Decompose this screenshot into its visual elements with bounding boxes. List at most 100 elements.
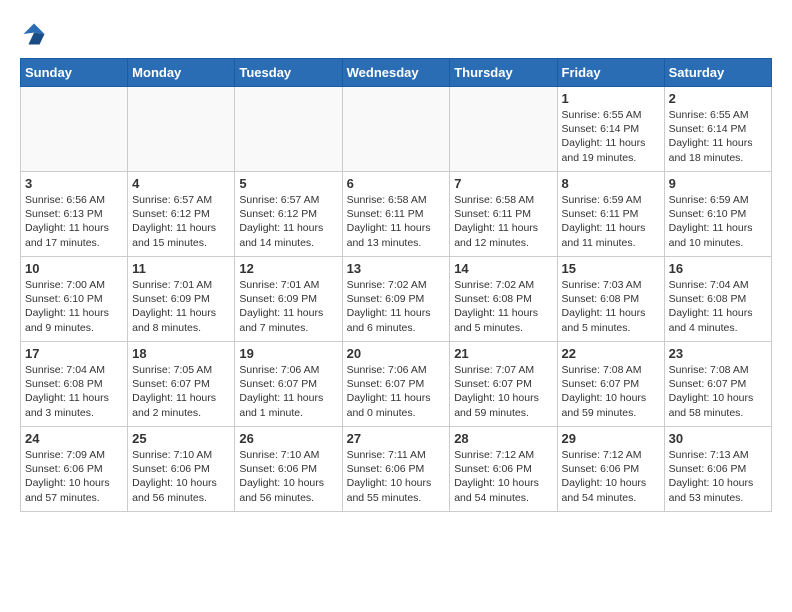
day-detail: Sunrise: 7:10 AM Sunset: 6:06 PM Dayligh… — [132, 448, 230, 505]
calendar-week-row: 3 Sunrise: 6:56 AM Sunset: 6:13 PM Daylig… — [21, 172, 772, 257]
day-number: 22 — [562, 346, 660, 361]
calendar-day-cell: 12Sunrise: 7:01 AM Sunset: 6:09 PM Dayli… — [235, 257, 342, 342]
day-detail: Sunrise: 6:56 AM Sunset: 6:13 PM Dayligh… — [25, 193, 123, 250]
calendar-day-cell: 3 Sunrise: 6:56 AM Sunset: 6:13 PM Daylig… — [21, 172, 128, 257]
day-detail: Sunrise: 7:03 AM Sunset: 6:08 PM Dayligh… — [562, 278, 660, 335]
calendar-day-cell: 20Sunrise: 7:06 AM Sunset: 6:07 PM Dayli… — [342, 342, 450, 427]
calendar-day-cell: 21 Sunrise: 7:07 AM Sunset: 6:07 PM Dayli… — [450, 342, 557, 427]
calendar-day-cell: 29 Sunrise: 7:12 AM Sunset: 6:06 PM Dayli… — [557, 427, 664, 512]
day-number: 12 — [239, 261, 337, 276]
day-number: 14 — [454, 261, 552, 276]
calendar-day-cell: 6Sunrise: 6:58 AM Sunset: 6:11 PM Daylig… — [342, 172, 450, 257]
calendar-day-cell: 25 Sunrise: 7:10 AM Sunset: 6:06 PM Dayli… — [128, 427, 235, 512]
day-number: 30 — [669, 431, 767, 446]
calendar-day-cell — [128, 87, 235, 172]
day-detail: Sunrise: 7:10 AM Sunset: 6:06 PM Dayligh… — [239, 448, 337, 505]
calendar-week-row: 17 Sunrise: 7:04 AM Sunset: 6:08 PM Dayli… — [21, 342, 772, 427]
day-number: 6 — [347, 176, 446, 191]
day-number: 28 — [454, 431, 552, 446]
day-detail: Sunrise: 7:08 AM Sunset: 6:07 PM Dayligh… — [562, 363, 660, 420]
day-number: 24 — [25, 431, 123, 446]
day-number: 9 — [669, 176, 767, 191]
day-detail: Sunrise: 6:57 AM Sunset: 6:12 PM Dayligh… — [132, 193, 230, 250]
weekday-header: Saturday — [664, 59, 771, 87]
calendar-day-cell: 26 Sunrise: 7:10 AM Sunset: 6:06 PM Dayli… — [235, 427, 342, 512]
day-number: 7 — [454, 176, 552, 191]
weekday-header: Thursday — [450, 59, 557, 87]
calendar-day-cell: 19Sunrise: 7:06 AM Sunset: 6:07 PM Dayli… — [235, 342, 342, 427]
calendar-day-cell: 13 Sunrise: 7:02 AM Sunset: 6:09 PM Dayli… — [342, 257, 450, 342]
calendar-day-cell — [21, 87, 128, 172]
weekday-header: Monday — [128, 59, 235, 87]
day-number: 2 — [669, 91, 767, 106]
calendar-week-row: 1 Sunrise: 6:55 AM Sunset: 6:14 PM Daylig… — [21, 87, 772, 172]
calendar-day-cell: 8Sunrise: 6:59 AM Sunset: 6:11 PM Daylig… — [557, 172, 664, 257]
day-detail: Sunrise: 7:01 AM Sunset: 6:09 PM Dayligh… — [132, 278, 230, 335]
day-detail: Sunrise: 7:04 AM Sunset: 6:08 PM Dayligh… — [669, 278, 767, 335]
day-number: 3 — [25, 176, 123, 191]
day-number: 26 — [239, 431, 337, 446]
calendar-day-cell: 1 Sunrise: 6:55 AM Sunset: 6:14 PM Daylig… — [557, 87, 664, 172]
calendar-day-cell: 11 Sunrise: 7:01 AM Sunset: 6:09 PM Dayli… — [128, 257, 235, 342]
day-detail: Sunrise: 6:58 AM Sunset: 6:11 PM Dayligh… — [454, 193, 552, 250]
day-number: 13 — [347, 261, 446, 276]
day-number: 15 — [562, 261, 660, 276]
weekday-header: Friday — [557, 59, 664, 87]
day-number: 25 — [132, 431, 230, 446]
day-number: 20 — [347, 346, 446, 361]
day-number: 29 — [562, 431, 660, 446]
day-number: 18 — [132, 346, 230, 361]
day-number: 21 — [454, 346, 552, 361]
calendar-week-row: 24 Sunrise: 7:09 AM Sunset: 6:06 PM Dayli… — [21, 427, 772, 512]
logo — [20, 20, 52, 48]
day-detail: Sunrise: 7:12 AM Sunset: 6:06 PM Dayligh… — [562, 448, 660, 505]
page-header — [20, 20, 772, 48]
calendar-day-cell: 17 Sunrise: 7:04 AM Sunset: 6:08 PM Dayli… — [21, 342, 128, 427]
day-number: 27 — [347, 431, 446, 446]
day-number: 4 — [132, 176, 230, 191]
day-number: 17 — [25, 346, 123, 361]
day-detail: Sunrise: 7:11 AM Sunset: 6:06 PM Dayligh… — [347, 448, 446, 505]
weekday-header: Wednesday — [342, 59, 450, 87]
calendar-day-cell — [450, 87, 557, 172]
calendar-day-cell: 23 Sunrise: 7:08 AM Sunset: 6:07 PM Dayli… — [664, 342, 771, 427]
calendar-day-cell — [235, 87, 342, 172]
day-number: 11 — [132, 261, 230, 276]
weekday-header: Tuesday — [235, 59, 342, 87]
day-number: 8 — [562, 176, 660, 191]
weekday-header: Sunday — [21, 59, 128, 87]
calendar-day-cell: 10Sunrise: 7:00 AM Sunset: 6:10 PM Dayli… — [21, 257, 128, 342]
day-detail: Sunrise: 7:02 AM Sunset: 6:09 PM Dayligh… — [347, 278, 446, 335]
day-detail: Sunrise: 6:59 AM Sunset: 6:10 PM Dayligh… — [669, 193, 767, 250]
day-detail: Sunrise: 7:07 AM Sunset: 6:07 PM Dayligh… — [454, 363, 552, 420]
calendar-day-cell: 16 Sunrise: 7:04 AM Sunset: 6:08 PM Dayli… — [664, 257, 771, 342]
day-detail: Sunrise: 6:57 AM Sunset: 6:12 PM Dayligh… — [239, 193, 337, 250]
calendar-week-row: 10Sunrise: 7:00 AM Sunset: 6:10 PM Dayli… — [21, 257, 772, 342]
calendar-table: SundayMondayTuesdayWednesdayThursdayFrid… — [20, 58, 772, 512]
day-number: 10 — [25, 261, 123, 276]
calendar-day-cell: 4 Sunrise: 6:57 AM Sunset: 6:12 PM Daylig… — [128, 172, 235, 257]
calendar-header-row: SundayMondayTuesdayWednesdayThursdayFrid… — [21, 59, 772, 87]
day-number: 1 — [562, 91, 660, 106]
logo-icon — [20, 20, 48, 48]
calendar-day-cell: 7 Sunrise: 6:58 AM Sunset: 6:11 PM Daylig… — [450, 172, 557, 257]
day-detail: Sunrise: 7:08 AM Sunset: 6:07 PM Dayligh… — [669, 363, 767, 420]
day-number: 5 — [239, 176, 337, 191]
calendar-day-cell: 22 Sunrise: 7:08 AM Sunset: 6:07 PM Dayli… — [557, 342, 664, 427]
calendar-day-cell: 14Sunrise: 7:02 AM Sunset: 6:08 PM Dayli… — [450, 257, 557, 342]
calendar-day-cell: 15 Sunrise: 7:03 AM Sunset: 6:08 PM Dayli… — [557, 257, 664, 342]
day-number: 16 — [669, 261, 767, 276]
day-detail: Sunrise: 7:12 AM Sunset: 6:06 PM Dayligh… — [454, 448, 552, 505]
day-detail: Sunrise: 6:55 AM Sunset: 6:14 PM Dayligh… — [562, 108, 660, 165]
calendar-day-cell: 5 Sunrise: 6:57 AM Sunset: 6:12 PM Daylig… — [235, 172, 342, 257]
calendar-day-cell: 30Sunrise: 7:13 AM Sunset: 6:06 PM Dayli… — [664, 427, 771, 512]
day-detail: Sunrise: 7:04 AM Sunset: 6:08 PM Dayligh… — [25, 363, 123, 420]
day-detail: Sunrise: 7:09 AM Sunset: 6:06 PM Dayligh… — [25, 448, 123, 505]
day-number: 23 — [669, 346, 767, 361]
day-detail: Sunrise: 7:05 AM Sunset: 6:07 PM Dayligh… — [132, 363, 230, 420]
day-detail: Sunrise: 6:55 AM Sunset: 6:14 PM Dayligh… — [669, 108, 767, 165]
calendar-day-cell: 24 Sunrise: 7:09 AM Sunset: 6:06 PM Dayli… — [21, 427, 128, 512]
calendar-day-cell: 18 Sunrise: 7:05 AM Sunset: 6:07 PM Dayli… — [128, 342, 235, 427]
calendar-day-cell: 28 Sunrise: 7:12 AM Sunset: 6:06 PM Dayli… — [450, 427, 557, 512]
calendar-day-cell — [342, 87, 450, 172]
